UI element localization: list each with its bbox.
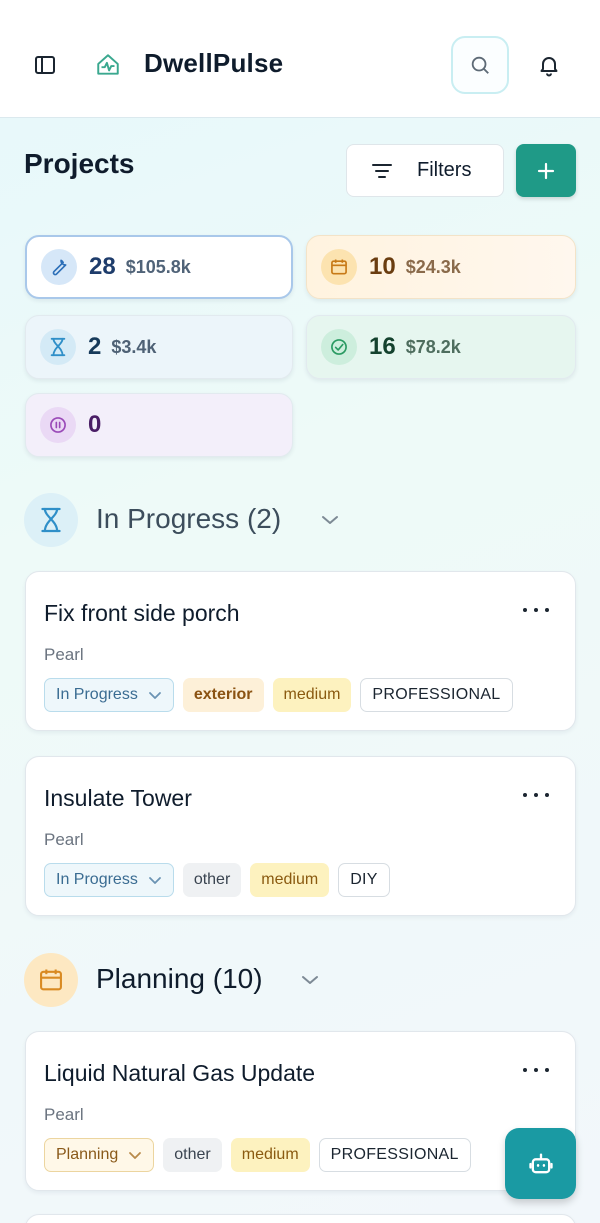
chevron-down-icon	[129, 1151, 142, 1159]
app-header: DwellPulse	[0, 0, 600, 118]
project-owner: Pearl	[44, 645, 84, 664]
project-card[interactable]	[25, 1214, 576, 1223]
stat-count: 2	[88, 333, 102, 360]
chevron-down-icon[interactable]	[318, 508, 342, 532]
robot-icon	[528, 1153, 553, 1173]
stat-amount: $3.4k	[111, 336, 157, 357]
filter-lines-icon	[372, 163, 392, 178]
ai-assistant-button[interactable]	[505, 1128, 576, 1199]
stat-amount: $78.2k	[405, 336, 461, 357]
stat-amount: $105.8k	[125, 256, 191, 277]
stat-card-on-hold[interactable]: 0	[25, 393, 293, 457]
status-dropdown[interactable]: In Progress	[44, 863, 174, 897]
page-title: Projects	[24, 148, 135, 179]
project-tags: In Progress exterior medium PROFESSIONAL	[44, 678, 513, 712]
chevron-down-icon	[148, 691, 161, 699]
chevron-down-icon[interactable]	[298, 968, 322, 992]
stat-card-active[interactable]: 28 $105.8k	[25, 235, 293, 299]
stat-card-completed[interactable]: 16 $78.2k	[306, 315, 576, 379]
app-title: DwellPulse	[144, 48, 284, 78]
search-icon	[471, 56, 489, 74]
category-badge: exterior	[182, 678, 264, 712]
contractor-badge: DIY	[338, 863, 390, 897]
stat-count: 28	[89, 253, 116, 280]
status-dropdown[interactable]: Planning	[44, 1138, 155, 1172]
priority-badge: medium	[272, 678, 352, 712]
contractor-badge: PROFESSIONAL	[360, 678, 513, 712]
category-badge: other	[163, 1138, 222, 1172]
more-options-icon[interactable]	[523, 1062, 549, 1078]
stat-count: 16	[369, 333, 396, 360]
stat-amount: $24.3k	[405, 256, 461, 277]
plus-icon	[537, 162, 555, 179]
project-name: Liquid Natural Gas Update	[44, 1060, 316, 1086]
notifications-bell-icon[interactable]	[534, 50, 564, 80]
search-button[interactable]	[451, 36, 509, 94]
status-label: In Progress	[56, 871, 138, 888]
calendar-icon	[24, 953, 78, 1007]
wrench-icon	[41, 249, 77, 285]
project-card[interactable]: Insulate Tower Pearl In Progress other m…	[25, 756, 576, 916]
house-pulse-logo-icon	[93, 50, 123, 80]
contractor-badge: PROFESSIONAL	[318, 1138, 471, 1172]
hourglass-icon	[24, 493, 78, 547]
project-name: Insulate Tower	[44, 785, 192, 811]
chevron-down-icon	[148, 876, 161, 884]
project-tags: Planning other medium PROFESSIONAL	[44, 1138, 471, 1172]
project-owner: Pearl	[44, 830, 84, 849]
calendar-icon	[321, 249, 357, 285]
check-circle-icon	[321, 329, 357, 365]
category-badge: other	[182, 863, 242, 897]
hourglass-icon	[40, 329, 76, 365]
section-title-in-progress[interactable]: In Progress (2)	[96, 503, 281, 535]
status-label: Planning	[56, 1146, 119, 1163]
priority-badge: medium	[230, 1138, 310, 1172]
filters-label: Filters	[417, 159, 472, 181]
stat-card-in-progress[interactable]: 2 $3.4k	[25, 315, 293, 379]
status-dropdown[interactable]: In Progress	[44, 678, 174, 712]
priority-badge: medium	[250, 863, 330, 897]
project-card[interactable]: Fix front side porch Pearl In Progress e…	[25, 571, 576, 731]
project-owner: Pearl	[44, 1105, 84, 1124]
pause-circle-icon	[40, 407, 76, 443]
section-title-planning[interactable]: Planning (10)	[96, 963, 263, 995]
sidebar-toggle-icon[interactable]	[30, 50, 60, 80]
status-label: In Progress	[56, 686, 138, 703]
stat-count: 0	[88, 411, 102, 438]
more-options-icon[interactable]	[523, 602, 549, 618]
project-tags: In Progress other medium DIY	[44, 863, 390, 897]
stat-count: 10	[369, 253, 396, 280]
add-project-button[interactable]	[516, 144, 576, 197]
filters-button[interactable]: Filters	[346, 144, 504, 197]
project-name: Fix front side porch	[44, 600, 240, 626]
more-options-icon[interactable]	[523, 787, 549, 803]
project-card[interactable]: Liquid Natural Gas Update Pearl Planning…	[25, 1031, 576, 1191]
stat-card-planning[interactable]: 10 $24.3k	[306, 235, 576, 299]
